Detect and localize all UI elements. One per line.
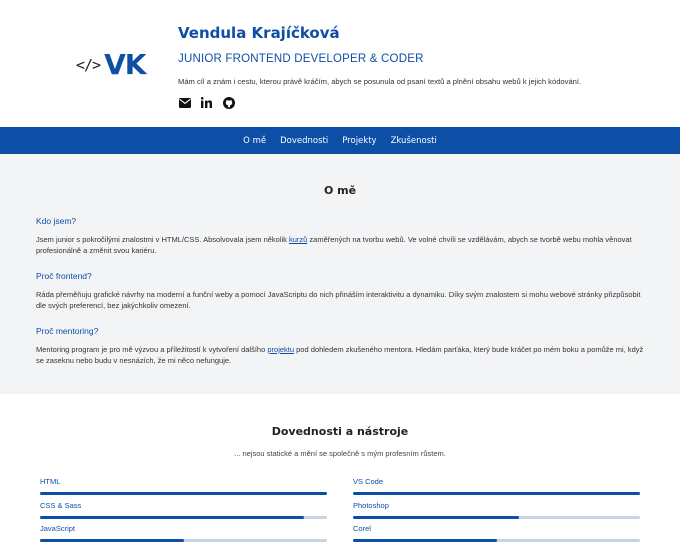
- skill-bar: [40, 492, 327, 495]
- skill-bar-fill: [353, 492, 640, 495]
- about-section: O mě Kdo jsem? Jsem junior s pokročilými…: [0, 154, 680, 394]
- paragraph-why-frontend: Ráda přeměňuju grafické návrhy na modern…: [36, 290, 641, 310]
- about-title: O mě: [323, 184, 357, 197]
- skill-bar: [353, 516, 640, 519]
- nav-link-skills[interactable]: Dovednosti: [280, 136, 328, 146]
- skill-item: HTML: [40, 477, 327, 495]
- site-header: </> VK Vendula Krajíčková JUNIOR FRONTEN…: [0, 0, 680, 127]
- code-icon: </>: [76, 55, 101, 74]
- paragraph-who: Jsem junior s pokročilými znalostmi v HT…: [36, 234, 646, 256]
- skill-item: Corel: [353, 524, 640, 542]
- nav-link-about[interactable]: O mě: [243, 136, 266, 146]
- linkedin-icon[interactable]: [200, 96, 213, 109]
- skill-bar-fill: [40, 516, 305, 519]
- envelope-icon[interactable]: [178, 96, 191, 109]
- skills-subtitle: ... nejsou statické a mění se společně s…: [234, 449, 446, 458]
- skill-item: CSS & Sass: [40, 501, 327, 519]
- skill-bar-fill: [40, 492, 327, 495]
- question-who: Kdo jsem?: [36, 216, 77, 226]
- skill-label: CSS & Sass: [40, 501, 82, 510]
- courses-link[interactable]: kurzů: [289, 235, 307, 244]
- question-why-mentoring: Proč mentoring?: [36, 326, 99, 336]
- project-link[interactable]: projektu: [267, 345, 294, 354]
- skill-label: HTML: [40, 477, 61, 486]
- nav-link-experience[interactable]: Zkušenosti: [391, 136, 437, 146]
- profile-role: JUNIOR FRONTEND DEVELOPER & CODER: [178, 53, 424, 65]
- github-icon[interactable]: [222, 96, 235, 109]
- profile-name: Vendula Krajíčková: [178, 24, 340, 42]
- skills-section: Dovednosti a nástroje ... nejsou statick…: [0, 394, 680, 542]
- skill-bar-fill: [353, 516, 520, 519]
- skill-label: JavaScript: [40, 524, 76, 533]
- skill-item: VS Code: [353, 477, 640, 495]
- profile-intro: Mám cíl a znám i cestu, kterou právě krá…: [178, 77, 582, 86]
- profile-info: Vendula Krajíčková JUNIOR FRONTEND DEVEL…: [178, 24, 648, 109]
- skill-item: JavaScript: [40, 524, 327, 542]
- skill-label: VS Code: [353, 477, 384, 486]
- paragraph-why-mentoring: Mentoring program je pro mě výzvou a pří…: [36, 344, 646, 366]
- skill-label: Photoshop: [353, 501, 389, 510]
- paragraph-text: Mentoring program je pro mě výzvou a pří…: [36, 345, 268, 354]
- skill-bar: [40, 516, 327, 519]
- paragraph-text: Jsem junior s pokročilými znalostmi v HT…: [36, 235, 289, 244]
- social-links: [178, 96, 648, 109]
- nav-link-projects[interactable]: Projekty: [342, 136, 376, 146]
- question-why-frontend: Proč frontend?: [36, 271, 92, 281]
- skill-bar: [353, 492, 640, 495]
- skill-item: Photoshop: [353, 501, 640, 519]
- main-nav: O mě Dovednosti Projekty Zkušenosti: [0, 127, 680, 154]
- skills-title: Dovednosti a nástroje: [271, 425, 409, 438]
- skill-label: Corel: [353, 524, 371, 533]
- logo[interactable]: </> VK: [76, 48, 146, 81]
- logo-initials: VK: [104, 48, 146, 81]
